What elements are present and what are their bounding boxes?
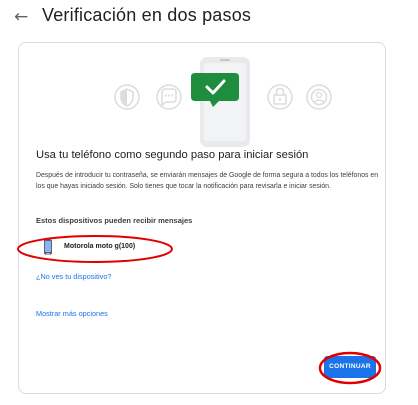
phone-icon [44, 239, 52, 255]
section-headline: Usa tu teléfono como segundo paso para i… [36, 149, 309, 161]
section-description: Después de introducir tu contraseña, se … [36, 172, 379, 190]
phone-icon [200, 57, 250, 147]
arrow-back-icon[interactable]: ← [14, 7, 28, 27]
illustration [114, 57, 332, 147]
device-item: Motorola moto g(100) [39, 239, 169, 255]
page-title: Verificación en dos pasos [42, 5, 252, 25]
lock-icon [267, 84, 293, 110]
chat-icon [156, 84, 182, 110]
no-device-link[interactable]: ¿No ves tu dispositivo? [36, 272, 111, 281]
continue-button[interactable]: CONTINUAR [324, 356, 376, 378]
shield-icon [114, 84, 140, 110]
verification-card: Usa tu teléfono como segundo paso para i… [17, 42, 386, 394]
account-icon [306, 84, 332, 110]
devices-label: Estos dispositivos pueden recibir mensaj… [36, 216, 193, 225]
more-options-link[interactable]: Mostrar más opciones [36, 309, 108, 318]
device-name: Motorola moto g(100) [64, 243, 136, 250]
page-header: ← Verificación en dos pasos [0, 0, 418, 34]
